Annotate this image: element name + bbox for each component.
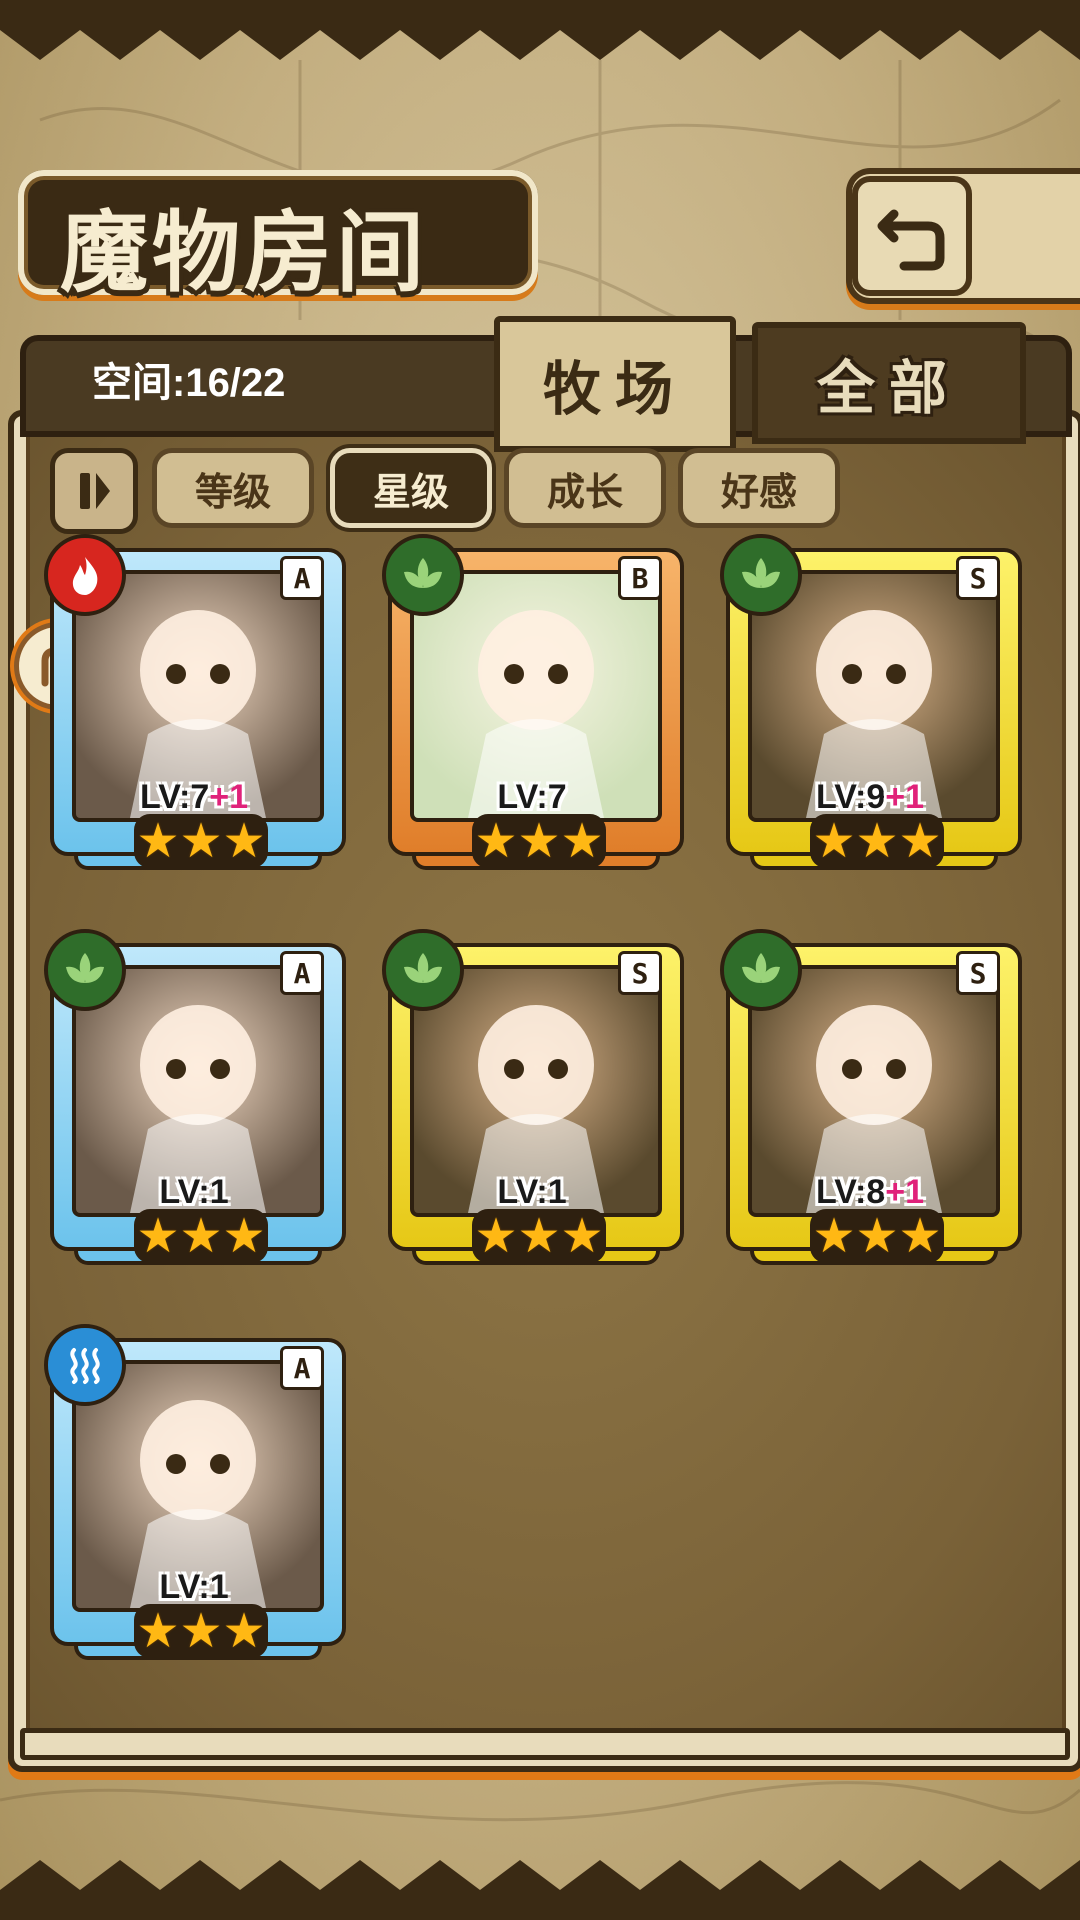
star-rating: ★ ★ ★ [810,814,944,868]
leaf-icon [66,953,104,983]
level-label: LV:9+1 [726,778,1014,817]
level-value: LV:1 [159,1568,229,1606]
element-badge [720,929,802,1011]
element-badge [382,929,464,1011]
leaf-icon [742,953,780,983]
sort-by-star-button[interactable]: 星级 [330,448,492,528]
star-rating: ★ ★ ★ [472,814,606,868]
rank-badge: B [618,556,662,600]
level-bonus: +1 [885,1173,925,1211]
panel-footer-bar [20,1728,1070,1760]
level-label: LV:7+1 [50,778,338,817]
rank-badge: A [280,951,324,995]
rank-badge: S [956,951,1000,995]
star-icon: ★ [474,1208,518,1264]
monster-card[interactable]: S LV:9+1 ★ ★ ★ [720,534,1022,870]
monster-card[interactable]: S LV:1 ★ ★ ★ [382,929,684,1265]
rank-badge: A [280,556,324,600]
level-value: LV:9 [815,778,886,816]
leaf-icon [742,558,780,588]
star-icon: ★ [136,1603,180,1659]
level-label: LV:7 [388,778,676,817]
star-icon: ★ [474,813,518,869]
monster-card[interactable]: B LV:7 ★ ★ ★ [382,534,684,870]
level-label: LV:1 [388,1173,676,1212]
star-icon: ★ [222,1603,266,1659]
element-badge [720,534,802,616]
level-label: LV:1 [50,1173,338,1212]
level-value: LV:1 [159,1173,229,1211]
element-badge [44,929,126,1011]
element-badge [382,534,464,616]
tab-all[interactable]: 全部 [752,322,1026,444]
level-bonus: +1 [885,778,925,816]
star-rating: ★ ★ ★ [134,1209,268,1263]
star-icon: ★ [517,1208,561,1264]
level-bonus: +1 [209,778,249,816]
star-rating: ★ ★ ★ [134,1604,268,1658]
element-badge [44,534,126,616]
star-icon: ★ [136,813,180,869]
star-icon: ★ [855,813,899,869]
leaf-icon [404,953,442,983]
bottom-zigzag-border [0,1860,1080,1920]
star-icon: ★ [560,813,604,869]
back-button[interactable] [852,176,972,296]
rank-badge: S [956,556,1000,600]
star-rating: ★ ★ ★ [134,814,268,868]
water-icon [70,1348,100,1384]
level-value: LV:7 [497,778,567,816]
rank-badge: S [618,951,662,995]
top-zigzag-border [0,0,1080,60]
star-icon: ★ [812,813,856,869]
star-icon: ★ [898,1208,942,1264]
star-icon: ★ [898,813,942,869]
sort-by-growth-button[interactable]: 成长 [504,448,666,528]
rank-badge: A [280,1346,324,1390]
star-icon: ★ [855,1208,899,1264]
monster-card[interactable]: A LV:1 ★ ★ ★ [44,1324,346,1660]
sort-by-affinity-button[interactable]: 好感 [678,448,840,528]
monster-card[interactable]: A LV:7+1 ★ ★ ★ [44,534,346,870]
pause-toggle-icon [80,473,110,509]
space-counter: 空间:16/22 [92,361,286,405]
star-icon: ★ [136,1208,180,1264]
star-icon: ★ [179,813,223,869]
level-value: LV:1 [497,1173,567,1211]
page-title: 魔物房间 [60,200,429,304]
star-icon: ★ [560,1208,604,1264]
star-icon: ★ [179,1603,223,1659]
tab-ranch[interactable]: 牧场 [494,316,736,452]
level-value: LV:7 [139,778,210,816]
level-label: LV:1 [50,1568,338,1607]
level-label: LV:8+1 [726,1173,1014,1212]
sort-by-level-button[interactable]: 等级 [152,448,314,528]
return-arrow-icon [877,209,945,271]
star-rating: ★ ★ ★ [810,1209,944,1263]
star-icon: ★ [222,813,266,869]
star-rating: ★ ★ ★ [472,1209,606,1263]
element-badge [44,1324,126,1406]
monster-card[interactable]: S LV:8+1 ★ ★ ★ [720,929,1022,1265]
fire-icon [72,557,98,595]
level-value: LV:8 [815,1173,886,1211]
star-icon: ★ [812,1208,856,1264]
star-icon: ★ [517,813,561,869]
star-icon: ★ [179,1208,223,1264]
leaf-icon [404,558,442,588]
sort-order-toggle-button[interactable] [50,448,138,534]
star-icon: ★ [222,1208,266,1264]
monster-card[interactable]: A LV:1 ★ ★ ★ [44,929,346,1265]
